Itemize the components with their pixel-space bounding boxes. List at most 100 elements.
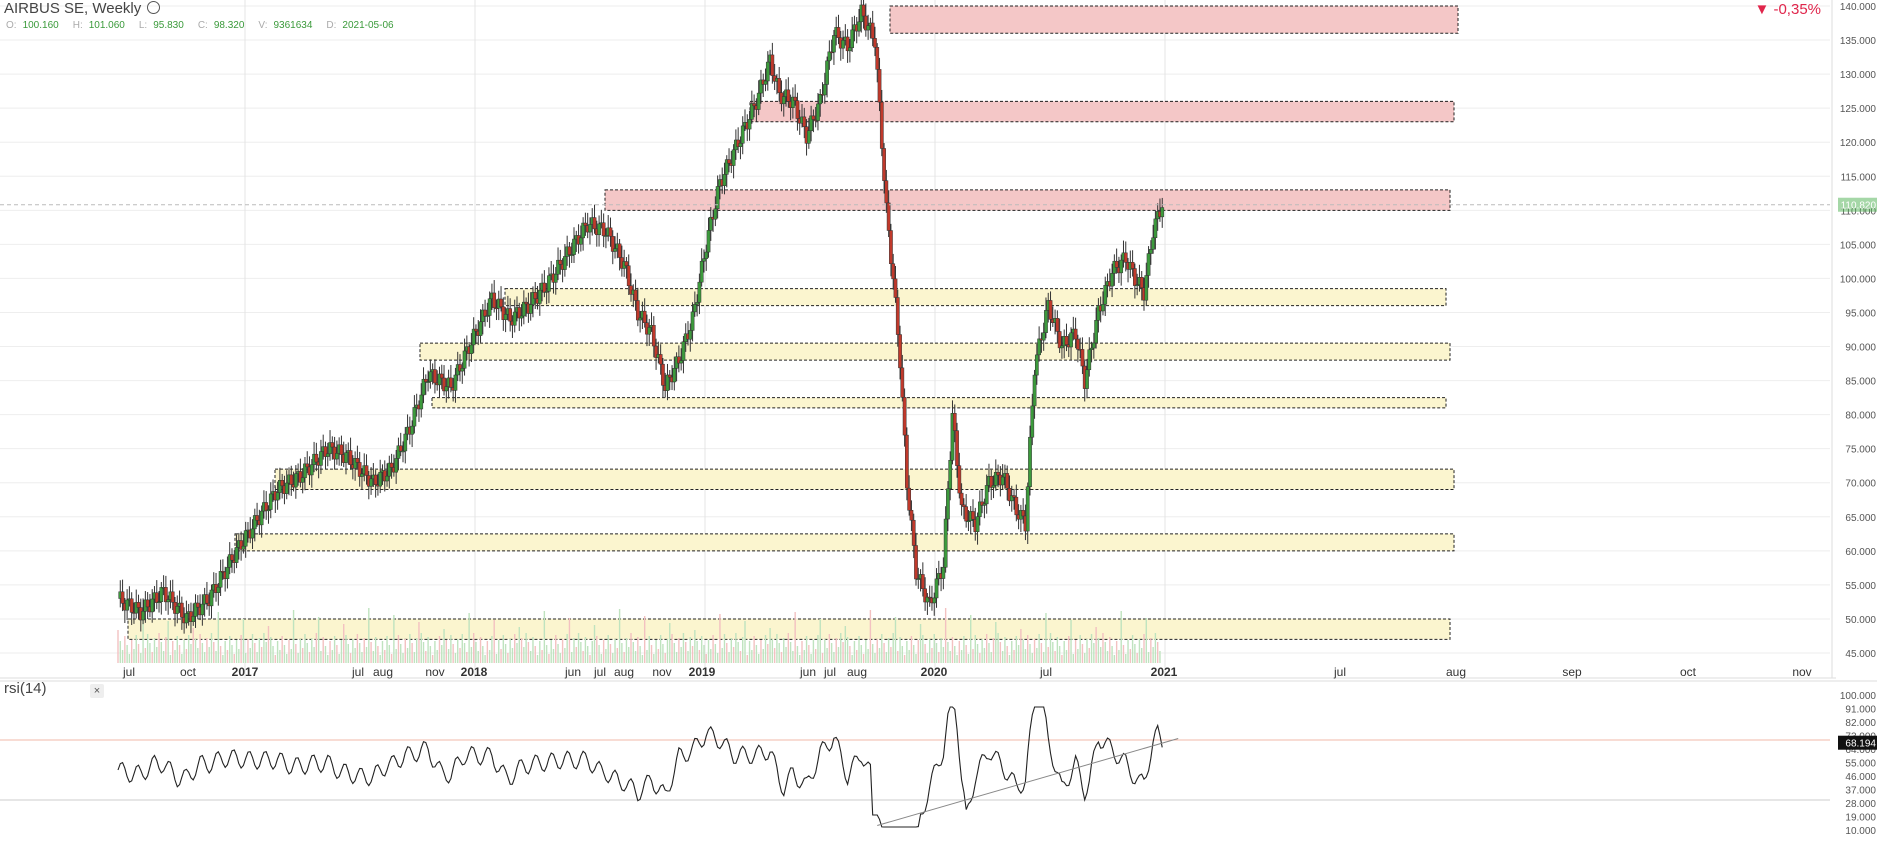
- volume-bar: [249, 648, 251, 663]
- candle-body: [469, 344, 474, 354]
- volume-bar: [329, 641, 331, 663]
- volume-bar: [612, 653, 614, 663]
- volume-bar: [1004, 637, 1006, 663]
- volume-bar: [1061, 655, 1063, 663]
- candle-body: [991, 485, 996, 488]
- volume-bar: [454, 653, 457, 663]
- volume-bar: [862, 654, 865, 663]
- volume-bar: [685, 642, 687, 663]
- symbol-title: AIRBUS SE, Weekly: [4, 0, 142, 17]
- candle-body: [706, 230, 711, 253]
- volume-bar: [381, 641, 384, 663]
- volume-bar: [190, 644, 192, 663]
- candle-body: [547, 275, 551, 292]
- volume-bar: [1049, 633, 1052, 663]
- candle-body: [524, 301, 528, 305]
- volume-bar: [1006, 646, 1008, 663]
- volume-bar: [910, 636, 913, 663]
- volume-bar: [495, 654, 498, 663]
- volume-bar: [438, 636, 441, 663]
- candle-body: [398, 445, 403, 452]
- candle-body: [861, 4, 866, 17]
- volume-bar: [655, 640, 657, 663]
- volume-bar: [646, 650, 648, 663]
- volume-bar: [324, 646, 327, 663]
- volume-bar: [452, 644, 454, 663]
- volume-bar: [507, 653, 509, 663]
- volume-bar: [853, 641, 856, 663]
- volume-bar: [890, 647, 892, 663]
- volume-bar: [461, 634, 463, 663]
- volume-bar: [267, 626, 270, 663]
- clock-icon: [147, 1, 161, 14]
- candle-body: [289, 474, 294, 485]
- volume-bar: [561, 639, 564, 663]
- candle-body: [503, 314, 508, 320]
- volume-bar: [1127, 640, 1129, 663]
- volume-bar: [354, 648, 356, 663]
- candle-body: [205, 594, 209, 604]
- candle-body: [658, 354, 663, 365]
- candle-body: [727, 159, 731, 164]
- volume-bar: [313, 647, 315, 663]
- candle-body: [907, 487, 912, 511]
- volume-bar: [648, 636, 650, 663]
- price-tick-label: 60.000: [1845, 547, 1876, 558]
- candle-body: [389, 462, 394, 468]
- volume-bar: [728, 652, 730, 663]
- volume-bar: [828, 634, 831, 663]
- time-tick-label: nov: [1792, 665, 1811, 679]
- volume-bar: [527, 642, 530, 663]
- close-indicator-button[interactable]: ×: [90, 684, 104, 698]
- volume-bar: [374, 637, 377, 663]
- volume-bar: [338, 654, 340, 663]
- volume-bar: [213, 642, 215, 663]
- time-tick-label: aug: [614, 665, 634, 679]
- volume-bar: [1156, 642, 1159, 663]
- candle-body: [699, 260, 704, 283]
- volume-bar: [958, 641, 961, 663]
- volume-bar: [1129, 649, 1132, 663]
- volume-bar: [358, 643, 361, 663]
- volume-bar: [742, 637, 744, 663]
- ohlc-value: 9361634: [273, 20, 313, 31]
- candle-body: [911, 519, 916, 546]
- candle-body: [284, 482, 289, 494]
- price-tick-label: 65.000: [1845, 513, 1876, 524]
- volume-bar: [1056, 637, 1059, 663]
- candle-body: [293, 473, 298, 488]
- price-chart[interactable]: 45.000 50.000 55.000 60.000 65.000 70.000 75.0…: [0, 0, 1877, 849]
- volume-bar: [881, 634, 883, 663]
- candle-body: [722, 174, 727, 186]
- candle-body: [601, 222, 606, 237]
- volume-bar: [1058, 646, 1061, 663]
- candle-body: [553, 273, 558, 283]
- candle-body: [330, 442, 335, 448]
- volume-bar: [1063, 641, 1065, 663]
- volume-bar: [162, 651, 165, 663]
- volume-bar: [634, 651, 637, 663]
- volume-bar: [874, 653, 876, 663]
- volume-bar: [135, 635, 137, 663]
- candle-body: [492, 292, 497, 309]
- volume-bar: [680, 647, 682, 663]
- volume-bar: [315, 633, 318, 663]
- candle-body: [241, 545, 246, 550]
- candle-body: [1030, 405, 1035, 438]
- volume-bar: [705, 654, 707, 663]
- volume-bar: [509, 639, 511, 663]
- volume-bar: [1068, 636, 1070, 663]
- candle-body: [866, 25, 870, 31]
- candle-body: [166, 599, 171, 603]
- candle-body: [225, 567, 230, 579]
- candle-body: [786, 89, 791, 102]
- volume-bar: [623, 652, 625, 663]
- candle-body: [1094, 320, 1098, 344]
- volume-bar: [963, 636, 965, 663]
- volume-bar: [755, 645, 758, 663]
- volume-bar: [347, 644, 349, 663]
- candle-body: [613, 248, 617, 252]
- candle-body: [218, 571, 223, 588]
- ohlc-value: 95.830: [153, 20, 184, 31]
- volume-bar: [903, 655, 906, 663]
